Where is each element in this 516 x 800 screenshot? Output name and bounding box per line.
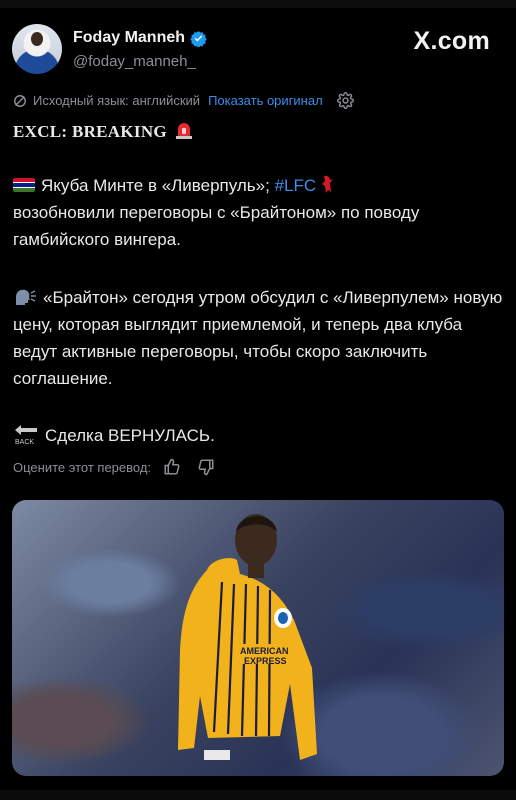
svg-text:AMERICAN: AMERICAN: [240, 646, 289, 656]
p3-text: Сделка ВЕРНУЛАСЬ.: [45, 426, 215, 445]
avatar[interactable]: [12, 24, 62, 74]
gambia-flag-icon: [13, 178, 35, 192]
speaking-head-icon: [16, 289, 36, 305]
rating-label: Оцените этот перевод:: [13, 459, 152, 475]
gear-icon[interactable]: [336, 92, 354, 109]
translation-source-label: Исходный язык: английский: [33, 93, 201, 108]
tweet-paragraph-1: Якуба Минте в «Ливерпуль»; #LFC возобнови…: [13, 172, 503, 253]
tweet-title: EXCL: BREAKING: [13, 118, 503, 145]
x-logo: X.com: [413, 27, 490, 56]
translation-bar: Исходный язык: английский Показать ориги…: [13, 92, 354, 109]
thumbs-up-icon[interactable]: [163, 458, 181, 476]
tweet-title-text: EXCL: BREAKING: [13, 122, 167, 141]
bottom-bar: [0, 790, 516, 800]
show-original-link[interactable]: Показать оригинал: [208, 93, 323, 108]
hashtag-link[interactable]: #LFC: [275, 176, 317, 195]
player-photo: AMERICAN EXPRESS: [178, 514, 317, 760]
tweet-header: Foday Manneh @foday_manneh_ X.com: [12, 22, 504, 78]
tweet-paragraph-2: «Брайтон» сегодня утром обсудил с «Ливер…: [13, 284, 503, 392]
translation-rating: Оцените этот перевод:: [13, 458, 215, 476]
avatar-face: [31, 32, 43, 46]
translate-icon: [14, 94, 26, 107]
p1-text-before: Якуба Минте в «Ливерпуль»;: [41, 176, 275, 195]
liverbird-icon: [322, 175, 334, 193]
verified-badge-icon: [190, 30, 207, 47]
svg-text:EXPRESS: EXPRESS: [244, 656, 287, 666]
tweet-paragraph-3: BACK Сделка ВЕРНУЛАСЬ.: [13, 422, 503, 449]
p2-text: «Брайтон» сегодня утром обсудил с «Ливер…: [13, 288, 503, 388]
siren-icon: [176, 123, 193, 139]
author-handle[interactable]: @foday_manneh_: [73, 53, 196, 70]
tweet-media-image[interactable]: AMERICAN EXPRESS: [12, 500, 504, 776]
author-name[interactable]: Foday Manneh: [73, 29, 185, 47]
thumbs-down-icon[interactable]: [197, 458, 215, 476]
p1-text-after: возобновили переговоры с «Брайтоном» по …: [13, 203, 420, 249]
svg-text:BACK: BACK: [15, 439, 34, 446]
back-arrow-icon: BACK: [15, 425, 37, 446]
author-name-row[interactable]: Foday Manneh: [73, 29, 207, 47]
top-status-bar: [0, 0, 516, 8]
x-logo-text: X.com: [413, 27, 490, 55]
